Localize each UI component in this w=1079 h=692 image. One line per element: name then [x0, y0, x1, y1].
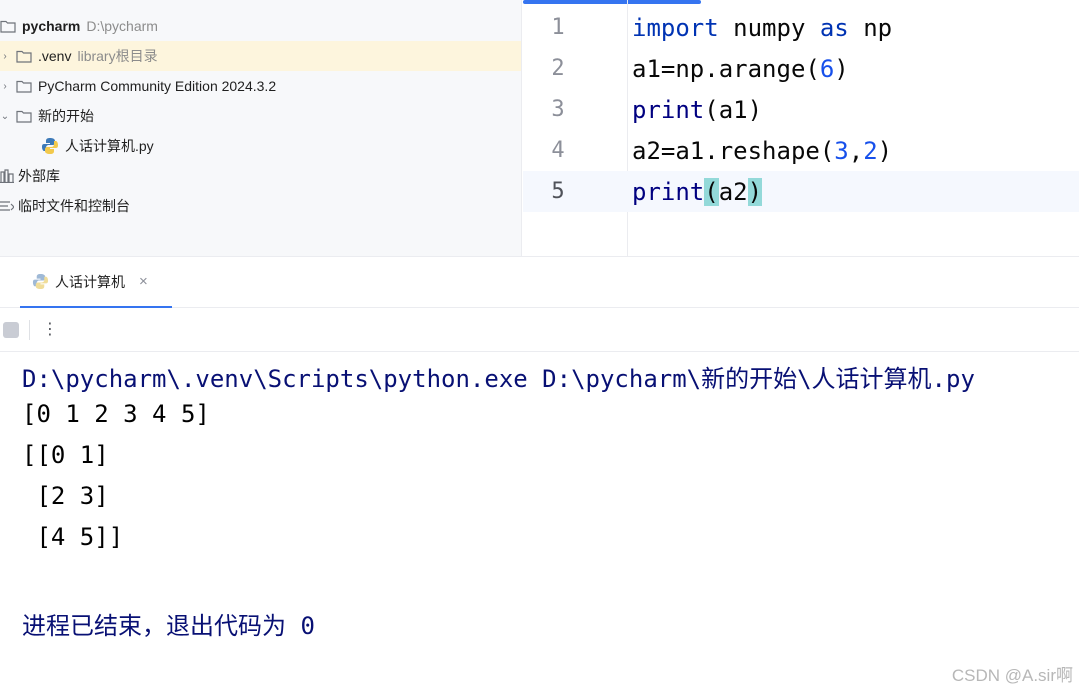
project-root-path: D:\pycharm	[86, 18, 158, 34]
close-icon[interactable]: ×	[139, 273, 148, 290]
console-output-line: [[0 1]	[22, 441, 109, 469]
python-file-icon	[42, 138, 58, 154]
tree-item-label: 新的开始	[38, 108, 94, 124]
tree-item-new-start[interactable]: ⌄ 新的开始	[0, 101, 521, 131]
python-icon	[32, 273, 49, 290]
run-toolbar: ⋮	[0, 308, 1079, 352]
console-output-line: [2 3]	[22, 482, 109, 510]
code-line-current[interactable]: 5 print(a2)	[523, 171, 1079, 212]
tree-item-label: PyCharm Community Edition 2024.3.2	[38, 78, 277, 94]
code-line[interactable]: 2 a1=np.arange(6)	[523, 48, 1079, 89]
chevron-right-icon[interactable]: ›	[0, 51, 10, 62]
tree-item-label: .venv	[38, 48, 72, 64]
chevron-right-icon[interactable]: ›	[0, 81, 10, 92]
watermark: CSDN @A.sir啊	[951, 666, 1073, 685]
more-options-icon[interactable]: ⋮	[42, 321, 58, 338]
tree-item-external-libs[interactable]: 外部库	[0, 161, 521, 191]
tree-item-venv[interactable]: › .venv library根目录	[0, 41, 521, 71]
line-number: 4	[551, 138, 565, 163]
code-text: print(a1)	[632, 95, 763, 124]
stop-button[interactable]	[3, 321, 19, 338]
code-text: a1=np.arange(6)	[632, 54, 849, 83]
run-console[interactable]: D:\pycharm\.venv\Scripts\python.exe D:\p…	[0, 353, 1079, 692]
console-output-line: [0 1 2 3 4 5]	[22, 400, 210, 428]
tab-label: 人话计算机	[55, 273, 125, 290]
project-panel: pycharm D:\pycharm › .venv library根目录 › …	[0, 0, 522, 256]
tree-item-label: 临时文件和控制台	[18, 198, 130, 214]
tree-root-pycharm[interactable]: pycharm D:\pycharm	[0, 11, 521, 41]
tab-run-config[interactable]: 人话计算机 ×	[20, 257, 172, 308]
folder-icon	[16, 110, 32, 123]
console-exit-message: 进程已结束，退出代码为 0	[22, 612, 315, 640]
tree-item-label: 人话计算机.py	[65, 138, 154, 154]
folder-icon	[16, 80, 32, 93]
code-line[interactable]: 1 import numpy as np	[523, 7, 1079, 48]
console-output-line: [4 5]]	[22, 523, 124, 551]
line-number: 2	[551, 56, 565, 81]
tree-item-file[interactable]: 人话计算机.py	[0, 131, 521, 161]
folder-icon	[16, 50, 32, 63]
tree-item-pycharm-edition[interactable]: › PyCharm Community Edition 2024.3.2	[0, 71, 521, 101]
run-tab-bar: 人话计算机 ×	[0, 256, 1079, 308]
tree-item-scratches[interactable]: 临时文件和控制台	[0, 191, 521, 221]
matched-brace: )	[747, 177, 763, 206]
code-line[interactable]: 4 a2=a1.reshape(3,2)	[523, 130, 1079, 171]
toolbar-separator	[29, 319, 30, 340]
scratches-icon	[0, 201, 14, 211]
code-text: a2=a1.reshape(3,2)	[632, 136, 893, 165]
console-command-line: D:\pycharm\.venv\Scripts\python.exe D:\p…	[22, 365, 975, 393]
code-text: import numpy as np	[632, 13, 893, 42]
tree-item-hint: library根目录	[77, 48, 158, 64]
tree-item-label: 外部库	[18, 168, 60, 184]
library-icon	[0, 169, 14, 183]
chevron-down-icon[interactable]: ⌄	[0, 111, 10, 122]
line-number: 3	[551, 97, 565, 122]
code-text: print(a2)	[632, 177, 763, 206]
matched-brace: (	[704, 177, 719, 206]
code-line[interactable]: 3 print(a1)	[523, 89, 1079, 130]
folder-icon	[0, 20, 16, 33]
line-number: 5	[551, 179, 565, 204]
project-root-name: pycharm	[22, 18, 81, 34]
line-number: 1	[551, 15, 565, 40]
code-editor[interactable]: 1 import numpy as np 2 a1=np.arange(6) 3…	[523, 0, 1079, 256]
